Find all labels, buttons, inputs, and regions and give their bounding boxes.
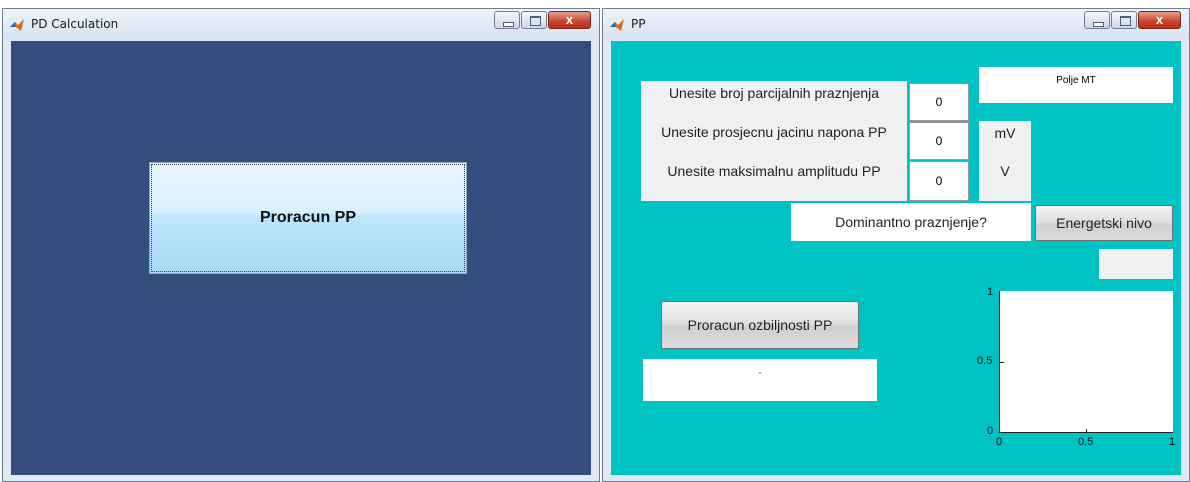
unit-v-label: V bbox=[1000, 163, 1010, 179]
window-controls: x bbox=[493, 11, 591, 29]
window-title: PP bbox=[631, 17, 646, 31]
x-tick-label: 0 bbox=[996, 436, 1003, 448]
y-tick-label: 0 bbox=[987, 425, 994, 437]
window-controls: x bbox=[1083, 11, 1181, 29]
dominantno-praznjenje-label: Dominantno praznjenje? bbox=[791, 203, 1031, 241]
pd-calculation-window: PD Calculation x Proracun PP bbox=[2, 8, 600, 482]
minimize-icon bbox=[503, 22, 514, 27]
prosjecna-input[interactable] bbox=[909, 122, 969, 160]
broj-input[interactable] bbox=[909, 83, 969, 121]
maksimalna-input[interactable] bbox=[909, 161, 969, 201]
title-bar[interactable]: PD Calculation x bbox=[3, 9, 599, 39]
maximize-button[interactable] bbox=[1111, 11, 1137, 29]
x-tick-label: 0.5 bbox=[1078, 436, 1094, 448]
pp-window: PP x Unesite broj parcijalnih praznjenja… bbox=[602, 8, 1190, 482]
y-tick-mark bbox=[1000, 362, 1004, 363]
x-tick-mark bbox=[1086, 429, 1087, 433]
window-client-area: Unesite broj parcijalnih praznjenja Unes… bbox=[611, 41, 1181, 475]
plot-axes bbox=[999, 291, 1173, 433]
ozbiljnost-result-field: - bbox=[643, 359, 877, 401]
prosjecna-label: Unesite prosjecnu jacinu napona PP bbox=[661, 124, 887, 140]
minimize-button[interactable] bbox=[1084, 11, 1110, 29]
y-tick-label: 0.5 bbox=[977, 355, 993, 367]
window-title: PD Calculation bbox=[31, 17, 119, 31]
matlab-icon bbox=[610, 19, 624, 31]
energetski-nivo-button[interactable]: Energetski nivo bbox=[1035, 205, 1173, 241]
proracun-ozbiljnosti-button[interactable]: Proracun ozbiljnosti PP bbox=[661, 301, 859, 349]
maximize-icon bbox=[1120, 16, 1131, 26]
unit-mv-label: mV bbox=[994, 125, 1016, 141]
proracun-pp-button[interactable]: Proracun PP bbox=[149, 162, 467, 274]
energetski-result-field bbox=[1099, 249, 1173, 279]
title-bar[interactable]: PP x bbox=[603, 9, 1189, 39]
window-client-area: Proracun PP bbox=[11, 41, 591, 475]
matlab-icon bbox=[10, 19, 24, 31]
close-button[interactable]: x bbox=[1138, 11, 1181, 29]
y-tick-label: 1 bbox=[987, 286, 994, 298]
maximize-icon bbox=[530, 16, 541, 26]
close-icon: x bbox=[1155, 12, 1164, 27]
broj-label: Unesite broj parcijalnih praznjenja bbox=[668, 85, 880, 101]
x-tick-label: 1 bbox=[1169, 436, 1176, 448]
close-button[interactable]: x bbox=[548, 11, 591, 29]
close-icon: x bbox=[565, 12, 574, 27]
minimize-icon bbox=[1093, 22, 1104, 27]
maximize-button[interactable] bbox=[521, 11, 547, 29]
minimize-button[interactable] bbox=[494, 11, 520, 29]
maksimalna-label: Unesite maksimalnu amplitudu PP bbox=[667, 163, 881, 179]
polje-mt-field: Polje MT bbox=[979, 67, 1173, 103]
